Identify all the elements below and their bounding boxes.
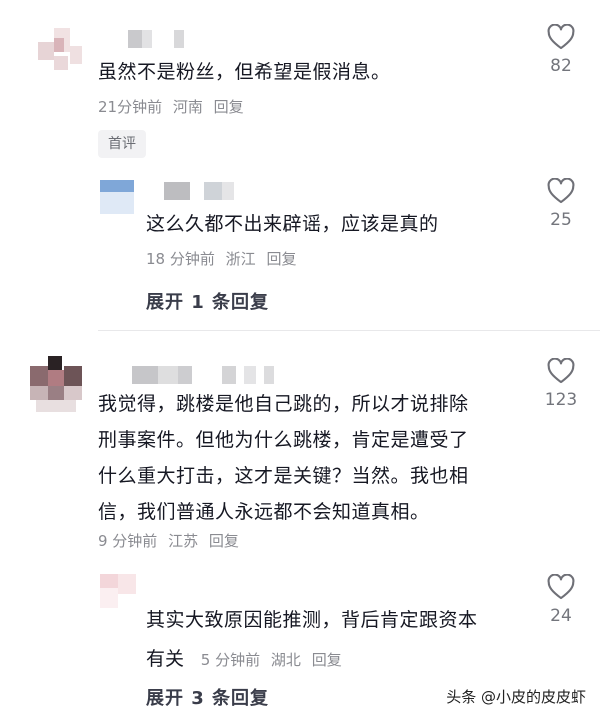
like-count: 24 <box>550 606 572 626</box>
comment-meta: 有关 5 分钟前 湖北 回复 <box>146 644 348 671</box>
avatar[interactable] <box>38 28 84 74</box>
location: 河南 <box>172 98 203 116</box>
location: 浙江 <box>225 250 256 268</box>
like-count: 25 <box>550 210 572 230</box>
heart-outline-icon <box>547 358 575 384</box>
timestamp: 21分钟前 <box>98 98 163 116</box>
like-button[interactable]: 24 <box>536 574 586 626</box>
avatar[interactable] <box>100 574 136 608</box>
like-button[interactable]: 82 <box>536 24 586 76</box>
reply-button[interactable]: 回复 <box>214 98 244 116</box>
reply-button[interactable]: 回复 <box>209 532 239 550</box>
timestamp: 5 分钟前 <box>200 651 261 669</box>
comment-text: 这么久都不出来辟谣，应该是真的 <box>146 213 439 235</box>
like-count: 123 <box>544 390 578 410</box>
comment-text-line: 刑事案件。但他为什么跳楼，肯定是遭受了 <box>98 429 469 451</box>
comment-text: 其实大致原因能推测，背后肯定跟资本 <box>146 609 478 631</box>
avatar[interactable] <box>100 180 134 214</box>
comment-text: 我觉得，跳楼是他自己跳的，所以才说排除 刑事案件。但他为什么跳楼，肯定是遭受了 … <box>98 386 528 530</box>
like-count: 82 <box>550 56 572 76</box>
location: 湖北 <box>270 651 301 669</box>
comment-text: 虽然不是粉丝，但希望是假消息。 <box>98 61 391 83</box>
username-blurred[interactable] <box>132 366 282 384</box>
comment-text-line: 什么重大打击，这才是关键？当然。我也相 <box>98 465 469 487</box>
heart-outline-icon <box>547 24 575 50</box>
first-comment-badge: 首评 <box>98 130 146 158</box>
comment-text-line: 我觉得，跳楼是他自己跳的，所以才说排除 <box>98 393 469 415</box>
comment-text-line: 信，我们普通人永远都不会知道真相。 <box>98 501 430 523</box>
timestamp: 18 分钟前 <box>146 250 215 268</box>
expand-replies-button[interactable]: 展开 1 条回复 <box>146 288 269 314</box>
like-button[interactable]: 25 <box>536 178 586 230</box>
heart-outline-icon <box>547 178 575 204</box>
source-watermark: 头条 @小皮的皮皮虾 <box>446 688 586 706</box>
like-button[interactable]: 123 <box>536 358 586 410</box>
expand-replies-button[interactable]: 展开 3 条回复 <box>146 684 269 710</box>
comment-meta: 21分钟前 河南 回复 <box>98 96 250 117</box>
avatar[interactable] <box>30 356 82 412</box>
comment-meta: 18 分钟前 浙江 回复 <box>146 248 302 269</box>
username-blurred[interactable] <box>164 182 244 200</box>
timestamp: 9 分钟前 <box>98 532 158 550</box>
username-blurred[interactable] <box>128 30 198 48</box>
location: 江苏 <box>168 532 199 550</box>
comment-meta: 9 分钟前 江苏 回复 <box>98 530 245 551</box>
heart-outline-icon <box>547 574 575 600</box>
divider <box>98 330 600 331</box>
reply-button[interactable]: 回复 <box>266 250 296 268</box>
comment-text-tail: 有关 <box>146 648 185 670</box>
reply-button[interactable]: 回复 <box>312 651 342 669</box>
